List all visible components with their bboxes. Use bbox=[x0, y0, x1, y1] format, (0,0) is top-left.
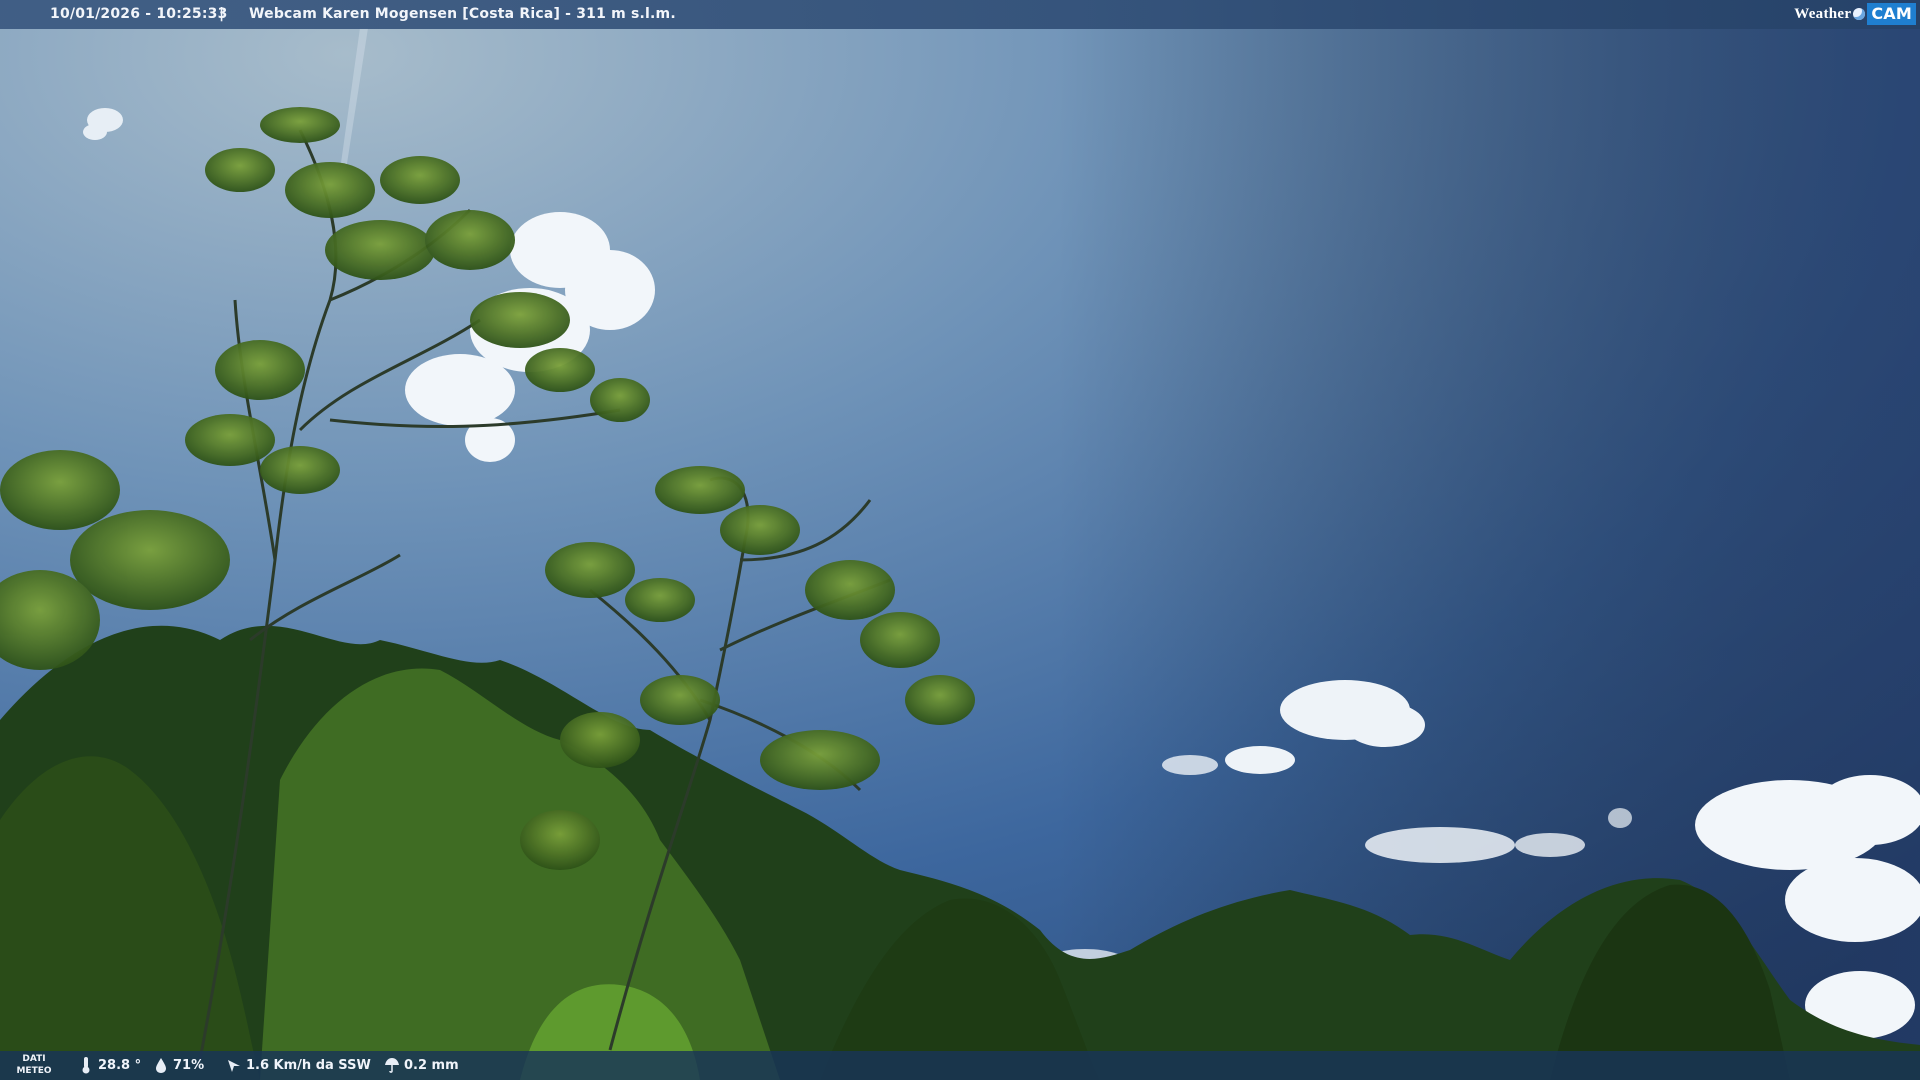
webcam-scene bbox=[0, 0, 1920, 1080]
rain-value: 0.2 mm bbox=[404, 1057, 459, 1073]
humidity-drop-icon bbox=[156, 1058, 166, 1073]
logo-globe-icon bbox=[1853, 8, 1866, 20]
humidity-value: 71% bbox=[173, 1057, 205, 1073]
webcam-image bbox=[0, 0, 1920, 1080]
weather-data-label-line2: METEO bbox=[16, 1066, 52, 1076]
weather-data-bar: DATI METEO 28.8 ° 71% 1.6 Km/h da SSW 0.… bbox=[0, 1051, 1920, 1080]
wind-reading: 1.6 Km/h da SSW bbox=[226, 1056, 371, 1074]
logo-weather-text: Weather bbox=[1794, 5, 1852, 22]
timestamp: 10/01/2026 - 10:25:33 bbox=[50, 6, 228, 22]
umbrella-icon bbox=[385, 1058, 399, 1073]
top-info-bar: 10/01/2026 - 10:25:33 | Webcam Karen Mog… bbox=[0, 0, 1920, 29]
weather-data-label-line1: DATI bbox=[22, 1054, 46, 1064]
temperature-reading: 28.8 ° bbox=[78, 1056, 141, 1074]
weather-data-label: DATI METEO bbox=[14, 1053, 54, 1077]
wind-value: 1.6 Km/h da SSW bbox=[246, 1057, 371, 1073]
logo-cam-text: CAM bbox=[1867, 3, 1916, 25]
header-separator: | bbox=[219, 6, 225, 22]
temperature-value: 28.8 ° bbox=[98, 1057, 142, 1073]
rain-reading: 0.2 mm bbox=[384, 1056, 459, 1074]
camera-title: Webcam Karen Mogensen [Costa Rica] - 311… bbox=[249, 6, 676, 22]
thermometer-icon bbox=[82, 1057, 90, 1074]
humidity-reading: 71% bbox=[153, 1056, 204, 1074]
wind-vane-icon bbox=[228, 1060, 240, 1072]
weathercam-logo: Weather CAM bbox=[1794, 2, 1916, 26]
